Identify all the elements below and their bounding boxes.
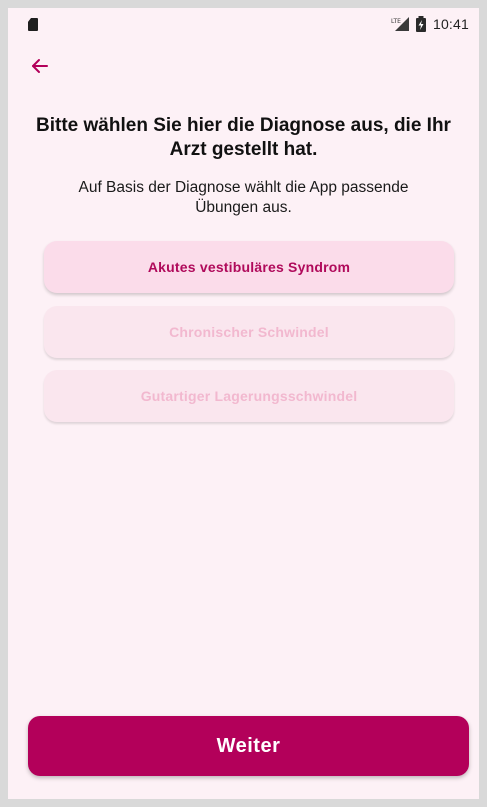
arrow-back-icon [32, 59, 48, 73]
battery-icon [415, 16, 427, 32]
status-time: 10:41 [432, 16, 469, 32]
back-button[interactable] [26, 52, 54, 80]
signal-icon: LTE [391, 17, 409, 31]
app-screen: LTE 10:41 Bitte wählen Sie hier die Diag… [8, 8, 479, 799]
network-type-label: LTE [391, 18, 401, 25]
status-indicators: LTE 10:41 [391, 15, 469, 33]
page-title: Bitte wählen Sie hier die Diagnose aus, … [36, 115, 451, 160]
next-button[interactable]: Weiter [28, 716, 469, 776]
diagnosis-option-akutes-vestibulaeres-syndrom[interactable]: Akutes vestibuläres Syndrom [44, 241, 454, 293]
page-subtitle: Auf Basis der Diagnose wählt die App pas… [78, 179, 409, 216]
status-bar: LTE 10:41 [8, 8, 479, 36]
diagnosis-option-chronischer-schwindel[interactable]: Chronischer Schwindel [44, 306, 454, 358]
sd-card-icon [28, 18, 38, 31]
diagnosis-option-gutartiger-lagerungsschwindel[interactable]: Gutartiger Lagerungsschwindel [44, 370, 454, 422]
